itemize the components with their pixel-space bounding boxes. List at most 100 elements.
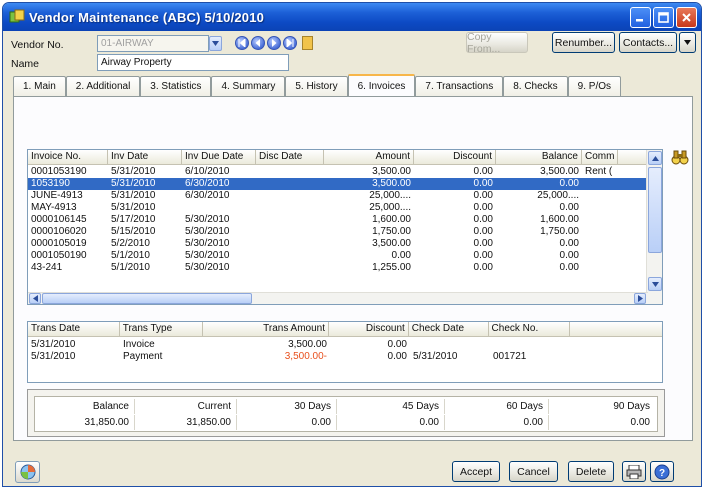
aging-header-30: 30 Days [237, 399, 337, 414]
invoice-row[interactable]: 0000106020 5/15/2010 5/30/2010 1,750.00 0.00… [28, 226, 662, 238]
invoice-cell-invoice-no: 43-241 [31, 262, 63, 273]
next-record-button[interactable] [267, 36, 281, 50]
copy-from-button[interactable]: Copy From... [466, 31, 528, 55]
scroll-down-button[interactable] [648, 277, 662, 291]
invoice-cell-invoice-no: MAY-4913 [31, 202, 77, 213]
title-bar[interactable]: Vendor Maintenance (ABC) 5/10/2010 [3, 3, 701, 31]
name-label: Name [11, 58, 40, 70]
invoice-cell-inv-date: 5/31/2010 [111, 190, 156, 201]
col-trans-amount[interactable]: Trans Amount [203, 322, 330, 337]
scroll-up-button[interactable] [648, 151, 662, 165]
aging-value-30: 0.00 [237, 415, 337, 430]
invoice-cell-amount: 25,000.... [369, 190, 411, 201]
col-inv-due-date[interactable]: Inv Due Date [182, 150, 256, 165]
col-check-date[interactable]: Check Date [409, 322, 489, 337]
col-comment[interactable]: Comm [582, 150, 618, 165]
col-amount[interactable]: Amount [324, 150, 414, 165]
last-record-button[interactable] [283, 36, 297, 50]
invoice-cell-invoice-no: 0000106020 [31, 226, 87, 237]
transaction-row[interactable]: 5/31/2010 Payment 3,500.00- 0.00 5/31/2010 00… [28, 351, 662, 363]
invoice-cell-disc-date [256, 178, 324, 190]
col-discount[interactable]: Discount [414, 150, 496, 165]
help-icon: ? [654, 464, 670, 479]
col-inv-date[interactable]: Inv Date [108, 150, 182, 165]
invoice-cell-discount: 0.00 [473, 262, 493, 273]
vendor-no-field[interactable]: 01-AIRWAY [97, 35, 209, 52]
tab-transactions[interactable]: 7. Transactions [415, 76, 504, 96]
invoice-cell-comment [582, 178, 618, 190]
tab-checks[interactable]: 8. Checks [503, 76, 568, 96]
invoice-row[interactable]: JUNE-4913 5/31/2010 6/30/2010 25,000.... 0.0… [28, 190, 662, 202]
tab-main[interactable]: 1. Main [13, 76, 66, 96]
tab-history[interactable]: 5. History [285, 76, 348, 96]
transaction-cell-trans-discount: 0.00 [387, 351, 407, 362]
invoice-cell-comment: Rent ( [585, 166, 613, 177]
transaction-cell-check-no [490, 339, 572, 351]
invoice-row[interactable]: MAY-4913 5/31/2010 25,000.... 0.00 0.00 [28, 202, 662, 214]
scroll-right-button[interactable] [634, 293, 646, 304]
chevron-up-icon [651, 155, 659, 161]
invoice-grid-header: Invoice No. Inv Date Inv Due Date Disc D… [28, 150, 662, 165]
invoice-row[interactable]: 0000106145 5/17/2010 5/30/2010 1,600.00 0.00… [28, 214, 662, 226]
invoice-vertical-scrollbar[interactable] [646, 150, 662, 304]
invoice-cell-inv-date: 5/31/2010 [111, 202, 156, 213]
binoculars-icon[interactable] [671, 150, 689, 166]
invoice-cell-inv-due-date: 6/10/2010 [185, 166, 230, 177]
data-entry-button[interactable] [15, 461, 40, 483]
invoice-cell-inv-due-date: 6/30/2010 [185, 190, 230, 201]
invoice-row[interactable]: 0001053190 5/31/2010 6/10/2010 3,500.00 0.00… [28, 166, 662, 178]
tab-pos[interactable]: 9. P/Os [567, 76, 622, 96]
col-invoice-no[interactable]: Invoice No. [28, 150, 108, 165]
invoice-row[interactable]: 43-241 5/1/2010 5/30/2010 1,255.00 0.00 0.00 [28, 262, 662, 274]
aging-value-45: 0.00 [337, 415, 445, 430]
transaction-grid[interactable]: Trans Date Trans Type Trans Amount Disco… [27, 321, 663, 383]
minimize-button[interactable] [630, 7, 651, 28]
col-check-no[interactable]: Check No. [489, 322, 571, 337]
cancel-button[interactable]: Cancel [509, 461, 558, 482]
tab-summary[interactable]: 4. Summary [211, 76, 286, 96]
invoice-cell-discount: 0.00 [473, 166, 493, 177]
tab-statistics[interactable]: 3. Statistics [140, 76, 212, 96]
vertical-scroll-thumb[interactable] [648, 167, 662, 253]
renumber-button[interactable]: Renumber... [552, 32, 615, 53]
invoice-cell-comment [582, 214, 618, 226]
contacts-button[interactable]: Contacts... [619, 32, 677, 53]
tab-additional[interactable]: 2. Additional [65, 76, 141, 96]
svg-text:?: ? [659, 468, 665, 479]
horizontal-scroll-thumb[interactable] [42, 293, 252, 304]
delete-button[interactable]: Delete [568, 461, 614, 482]
vendor-lookup-button[interactable] [209, 36, 222, 51]
invoice-cell-invoice-no: 1053190 [31, 178, 70, 189]
accept-button[interactable]: Accept [452, 461, 500, 482]
first-record-button[interactable] [235, 36, 249, 50]
scroll-left-button[interactable] [29, 293, 41, 304]
memo-icon[interactable] [302, 36, 313, 50]
invoice-cell-comment [582, 226, 618, 238]
col-trans-date[interactable]: Trans Date [28, 322, 120, 337]
invoice-row[interactable]: 0000105019 5/2/2010 5/30/2010 3,500.00 0.00 0… [28, 238, 662, 250]
col-trans-discount[interactable]: Discount [329, 322, 409, 337]
invoice-cell-balance: 0.00 [559, 178, 579, 189]
tab-invoices[interactable]: 6. Invoices [347, 74, 416, 96]
transaction-cell-trans-date: 5/31/2010 [31, 351, 76, 362]
invoice-cell-disc-date [256, 202, 324, 214]
help-button[interactable]: ? [650, 461, 674, 482]
invoice-grid[interactable]: Invoice No. Inv Date Inv Due Date Disc D… [27, 149, 663, 305]
invoice-row[interactable]: 0001050190 5/1/2010 5/30/2010 0.00 0.00 0.00 [28, 250, 662, 262]
col-disc-date[interactable]: Disc Date [256, 150, 324, 165]
invoice-row[interactable]: 1053190 5/31/2010 6/30/2010 3,500.00 0.00 0.0… [28, 178, 662, 190]
invoice-horizontal-scrollbar[interactable] [28, 292, 648, 304]
col-balance[interactable]: Balance [496, 150, 582, 165]
aging-header-balance: Balance [35, 399, 135, 414]
col-trans-type[interactable]: Trans Type [120, 322, 204, 337]
transaction-row[interactable]: 5/31/2010 Invoice 3,500.00 0.00 [28, 339, 662, 351]
transaction-cell-trans-amount: 3,500.00- [284, 351, 327, 362]
print-button[interactable] [622, 461, 646, 482]
invoice-cell-inv-date: 5/17/2010 [111, 214, 156, 225]
vendor-name-field[interactable]: Airway Property [97, 54, 289, 71]
previous-record-button[interactable] [251, 36, 265, 50]
close-button[interactable] [676, 7, 697, 28]
contacts-dropdown-button[interactable] [679, 32, 696, 53]
maximize-icon [658, 12, 669, 23]
maximize-button[interactable] [653, 7, 674, 28]
